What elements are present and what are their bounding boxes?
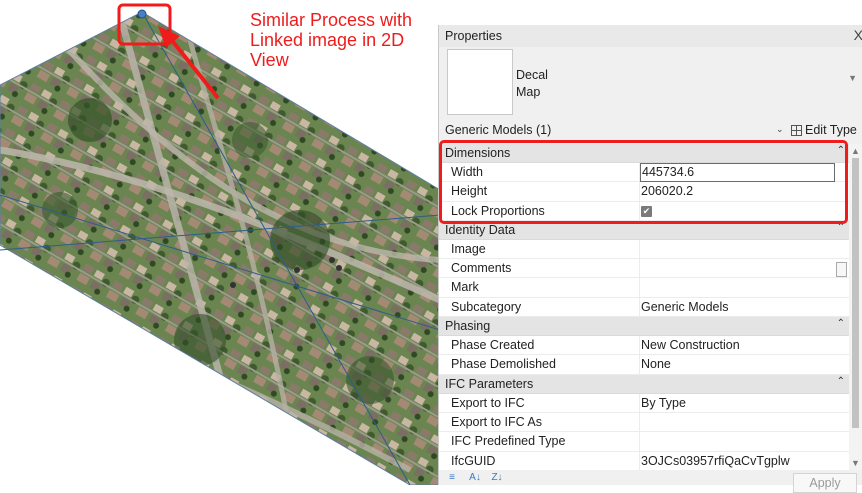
property-value[interactable]: By Type [641, 396, 837, 410]
collapse-icon[interactable]: ⌃ [837, 376, 845, 387]
property-value[interactable]: Generic Models [641, 300, 837, 314]
point-marker-icon [230, 282, 236, 288]
annotation-line: View [250, 50, 289, 70]
type-selector[interactable]: Decal Map [516, 67, 548, 101]
apply-button[interactable]: Apply [793, 473, 857, 493]
property-name: Subcategory [451, 299, 522, 314]
sort-descending-icon[interactable]: Z↓ [490, 471, 504, 485]
property-row[interactable]: Phase Demolished None [439, 355, 862, 375]
type-name-type: Map [516, 85, 541, 99]
point-marker-icon [329, 257, 335, 263]
edit-type-icon [791, 124, 802, 136]
aerial-decal-image[interactable] [0, 0, 440, 485]
property-name: IFC Predefined Type [451, 434, 566, 449]
annotation-line: Linked image in 2D [250, 30, 405, 50]
property-row[interactable]: Export to IFC As [439, 412, 862, 433]
group-header-label: Identity Data [445, 222, 516, 237]
sort-ascending-icon[interactable]: A↓ [468, 471, 482, 485]
property-name: Phase Demolished [451, 357, 556, 372]
property-row[interactable]: Subcategory Generic Models [439, 297, 862, 318]
property-name: Comments [451, 261, 512, 276]
property-name: Export to IFC As [451, 414, 543, 429]
annotation-highlight-box [439, 140, 848, 224]
property-name: Image [451, 241, 486, 256]
property-row[interactable]: IfcGUID 3OJCs03957rfiQaCvTgplw [439, 451, 862, 470]
scroll-up-icon[interactable]: ▲ [851, 146, 860, 156]
close-icon[interactable]: X [854, 27, 862, 43]
property-row[interactable]: Image [439, 239, 862, 260]
3d-view-viewport[interactable] [0, 0, 440, 485]
property-name: Phase Created [451, 338, 535, 353]
palette-title-bar[interactable]: Properties X [439, 25, 862, 47]
type-thumbnail [447, 49, 513, 115]
chevron-down-icon[interactable]: ⌄ [776, 124, 784, 135]
properties-palette: Properties X Decal Map ▼ Generic Models … [438, 25, 862, 493]
edit-type-button[interactable]: Edit Type [791, 121, 857, 139]
property-name: IfcGUID [451, 453, 496, 468]
chevron-down-icon[interactable]: ▼ [848, 73, 857, 83]
palette-title: Properties [445, 29, 502, 43]
property-name: Export to IFC [451, 395, 525, 410]
group-header-phasing[interactable]: Phasing ⌃ [439, 317, 862, 337]
group-header-ifc-parameters[interactable]: IFC Parameters ⌃ [439, 374, 862, 394]
property-row[interactable]: Mark [439, 278, 862, 298]
scrollbar-thumb[interactable] [852, 158, 859, 428]
grip-handle-icon [137, 9, 147, 19]
property-name: Mark [451, 280, 479, 295]
annotation-line: Similar Process with [250, 10, 413, 30]
type-name-family: Decal [516, 68, 548, 82]
vertical-scrollbar[interactable]: ▲ ▼ [849, 144, 862, 470]
collapse-icon[interactable]: ⌃ [837, 318, 845, 329]
property-row[interactable]: Export to IFC By Type [439, 393, 862, 413]
scroll-down-icon[interactable]: ▼ [851, 458, 860, 468]
annotation-text: Similar Process with Linked image in 2D … [250, 10, 435, 70]
point-marker-icon [336, 265, 342, 271]
property-value[interactable]: None [641, 357, 837, 371]
property-value[interactable]: New Construction [641, 338, 837, 352]
property-row[interactable]: Phase Created New Construction [439, 336, 862, 356]
group-header-label: IFC Parameters [445, 376, 534, 391]
instance-filter-label: Generic Models (1) [445, 123, 552, 137]
instance-filter[interactable]: Generic Models (1) ⌄ Edit Type [439, 119, 862, 141]
point-marker-icon [294, 267, 300, 273]
edit-text-button[interactable] [836, 262, 847, 278]
group-header-label: Phasing [445, 319, 491, 334]
property-row[interactable]: IFC Predefined Type [439, 432, 862, 452]
edit-type-label: Edit Type [805, 123, 857, 137]
property-value[interactable]: 3OJCs03957rfiQaCvTgplw [641, 454, 837, 468]
property-row[interactable]: Comments [439, 259, 862, 279]
categorized-view-icon[interactable]: ≡ [445, 471, 459, 485]
